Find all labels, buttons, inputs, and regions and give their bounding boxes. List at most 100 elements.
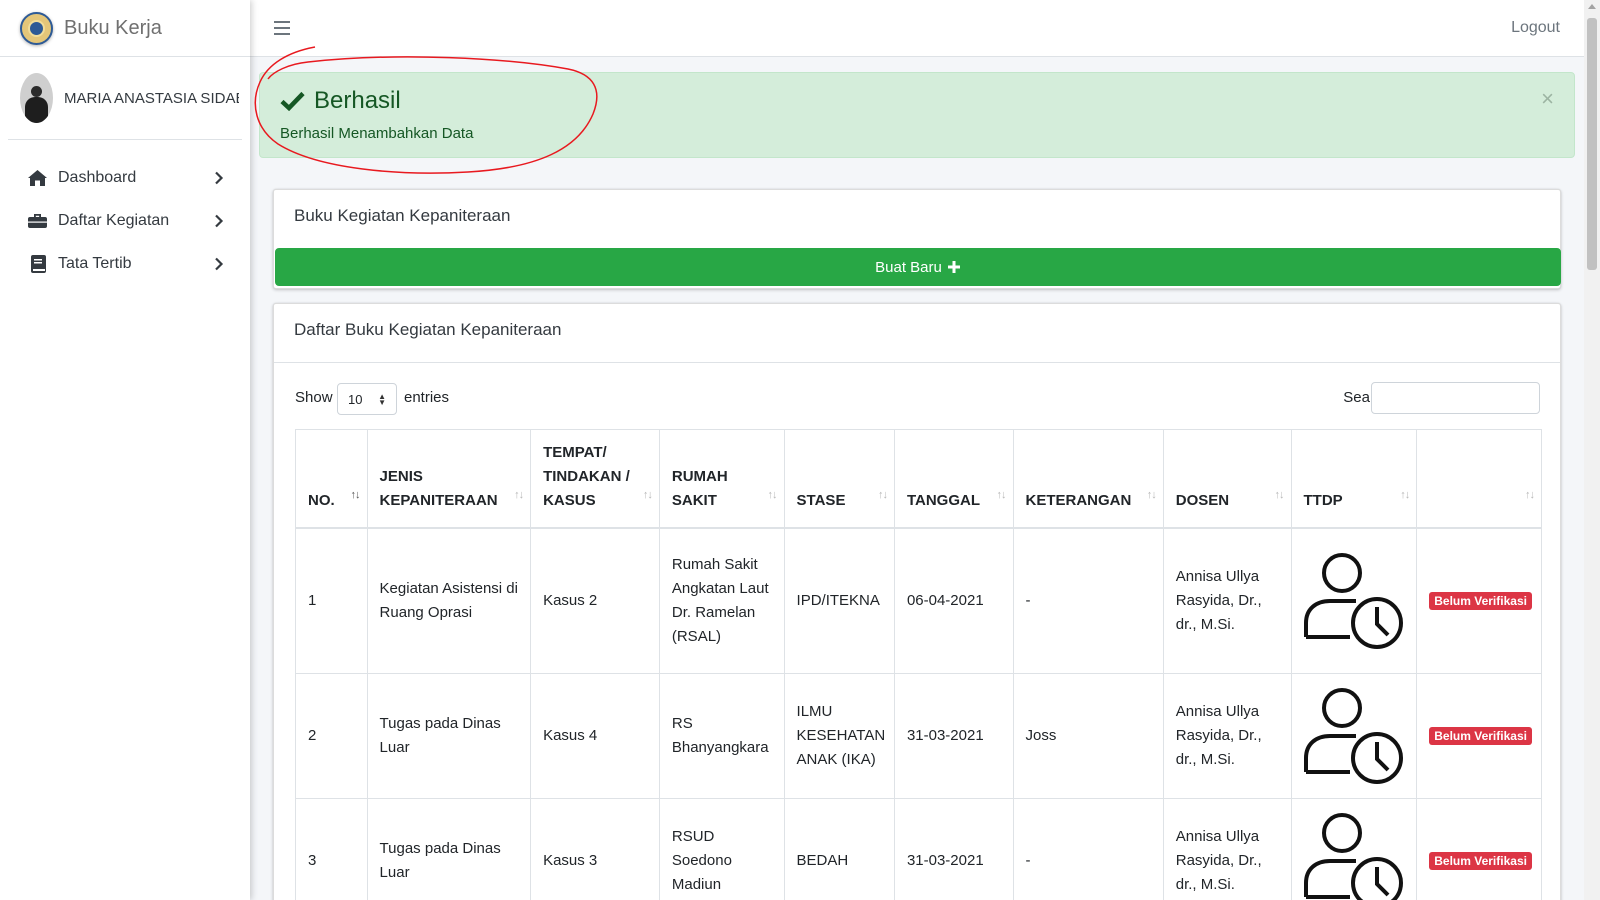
cell-jenis: Kegiatan Asistensi di Ruang Oprasi [366,527,532,674]
success-alert: Berhasil Berhasil Menambahkan Data × [259,72,1575,158]
table-row: 1 Kegiatan Asistensi di Ruang Oprasi Kas… [295,527,1542,674]
cell-jenis: Tugas pada Dinas Luar [366,673,532,799]
cell-tanggal: 31-03-2021 [893,673,1014,799]
column-header-no[interactable]: NO. ↑↓ [295,429,368,529]
card-title: Buku Kegiatan Kepaniteraan [294,206,511,225]
scroll-up-arrow-icon[interactable] [1588,4,1596,9]
book-icon [27,254,48,274]
cell-stase: BEDAH [783,798,895,900]
cell-keterangan: - [1012,798,1164,900]
sidebar-item-label: Tata Tertib [58,254,132,272]
avatar [20,73,53,123]
status-badge: Belum Verifikasi [1429,727,1532,745]
alert-title-text: Berhasil [314,87,401,114]
daftar-kegiatan-card: Daftar Buku Kegiatan Kepaniteraan Show 1… [273,303,1561,900]
cell-no: 1 [295,527,368,674]
user-clock-icon [1303,688,1403,784]
sort-icon: ↑↓ [877,488,888,501]
sort-icon: ↑↓ [642,488,653,501]
cell-tanggal: 06-04-2021 [893,527,1014,674]
cell-jenis: Tugas pada Dinas Luar [366,798,532,900]
close-icon[interactable]: × [1541,87,1554,111]
table-row: 2 Tugas pada Dinas Luar Kasus 4 RS Bhany… [295,673,1542,799]
chevron-right-icon [215,171,224,184]
cell-stase: ILMU KESEHATAN ANAK (IKA) [783,673,895,799]
chevron-right-icon [215,257,224,270]
column-header-status[interactable]: ↑↓ [1416,429,1542,529]
sort-icon: ↑↓ [514,488,524,501]
entries-select-value: 10 [348,392,363,407]
column-header-stase[interactable]: STASE ↑↓ [783,429,895,529]
select-arrows-icon: ▲ ▼ [378,392,386,407]
search-input[interactable] [1371,382,1540,414]
alert-message: Berhasil Menambahkan Data [280,125,474,142]
kegiatan-table: NO. ↑↓ JENIS KEPANITERAAN ↑↓ TEMPAT/ TINDA… [295,429,1542,900]
sidebar-item-tata-tertib[interactable]: Tata Tertib [0,242,250,285]
card-title: Daftar Buku Kegiatan Kepaniteraan [294,320,562,339]
show-label: Show [295,389,333,406]
cell-keterangan: - [1012,527,1164,674]
sidebar-item-dashboard[interactable]: Dashboard [0,156,250,199]
cell-tempat: Kasus 3 [530,798,660,900]
card-header: Daftar Buku Kegiatan Kepaniteraan [274,304,1560,363]
cell-ttdp [1290,798,1418,900]
table-header-row: NO. ↑↓ JENIS KEPANITERAAN ↑↓ TEMPAT/ TINDA… [295,429,1542,529]
sidebar: Buku Kerja MARIA ANASTASIA SIDABUTAR Das… [0,0,250,900]
brand-text: Buku Kerja [64,16,162,39]
user-clock-icon [1303,813,1403,900]
entries-label: entries [404,389,450,406]
page-scrollbar[interactable] [1584,0,1600,900]
column-header-ttdp[interactable]: TTDP ↑↓ [1290,429,1418,529]
sort-asc-icon: ↑↓ [350,488,361,501]
column-header-jenis[interactable]: JENIS KEPANITERAAN ↑↓ [366,429,532,529]
sort-icon: ↑↓ [1146,488,1157,501]
create-new-label: Buat Baru [875,258,942,276]
plus-icon [947,261,960,273]
cell-tempat: Kasus 2 [530,527,660,674]
sort-icon: ↑↓ [767,488,778,501]
sort-icon: ↑↓ [1525,488,1535,501]
cell-rumah-sakit: RS Bhanyangkara [658,673,785,799]
cell-tanggal: 31-03-2021 [893,798,1014,900]
sort-icon: ↑↓ [996,488,1007,501]
cell-stase: IPD/ITEKNA [783,527,895,674]
status-badge: Belum Verifikasi [1429,591,1532,610]
column-header-tanggal[interactable]: TANGGAL ↑↓ [893,429,1014,529]
chevron-right-icon [215,214,224,227]
cell-status: Belum Verifikasi [1416,673,1542,799]
brand-link[interactable]: Buku Kerja [0,0,250,57]
column-header-tempat[interactable]: TEMPAT/ TINDAKAN / KASUS ↑↓ [530,429,660,529]
cell-rumah-sakit: Rumah Sakit Angkatan Laut Dr. Ramelan (R… [658,527,785,674]
cell-ttdp [1290,527,1418,674]
column-header-rumah-sakit[interactable]: RUMAH SAKIT ↑↓ [658,429,785,529]
sidebar-item-label: Daftar Kegiatan [58,211,170,229]
cell-no: 3 [295,798,368,900]
cell-dosen: Annisa Ullya Rasyida, Dr., dr., M.Si. [1162,527,1292,674]
logout-link[interactable]: Logout [1511,19,1560,37]
alert-title: Berhasil [280,87,401,115]
column-header-keterangan[interactable]: KETERANGAN ↑↓ [1012,429,1164,529]
cell-dosen: Annisa Ullya Rasyida, Dr., dr., M.Si. [1162,798,1292,900]
column-header-dosen[interactable]: DOSEN ↑↓ [1162,429,1292,529]
check-icon [280,91,305,111]
university-logo-icon [20,11,53,45]
kegiatan-card: Buku Kegiatan Kepaniteraan Buat Baru [273,189,1561,289]
entries-select[interactable]: 10 ▲ ▼ [337,383,397,415]
menu-toggle-icon[interactable] [274,21,290,35]
cell-tempat: Kasus 4 [530,673,660,799]
sidebar-item-daftar-kegiatan[interactable]: Daftar Kegiatan [0,199,250,242]
cell-status: Belum Verifikasi [1416,527,1542,674]
top-navbar: Logout [250,0,1584,57]
home-icon [27,168,48,188]
create-new-button[interactable]: Buat Baru [275,248,1561,286]
scrollbar-thumb[interactable] [1587,18,1597,270]
cell-keterangan: Joss [1012,673,1164,799]
cell-ttdp [1290,673,1418,799]
status-badge: Belum Verifikasi [1429,852,1532,870]
briefcase-icon [27,211,48,231]
table-row: 3 Tugas pada Dinas Luar Kasus 3 RSUD Soe… [295,798,1542,900]
sort-icon: ↑↓ [1274,488,1285,501]
sidebar-nav: Dashboard Daftar Kegiatan Tata Tertib [0,156,250,285]
user-panel[interactable]: MARIA ANASTASIA SIDABUTAR [8,57,242,140]
user-clock-icon [1303,552,1403,649]
